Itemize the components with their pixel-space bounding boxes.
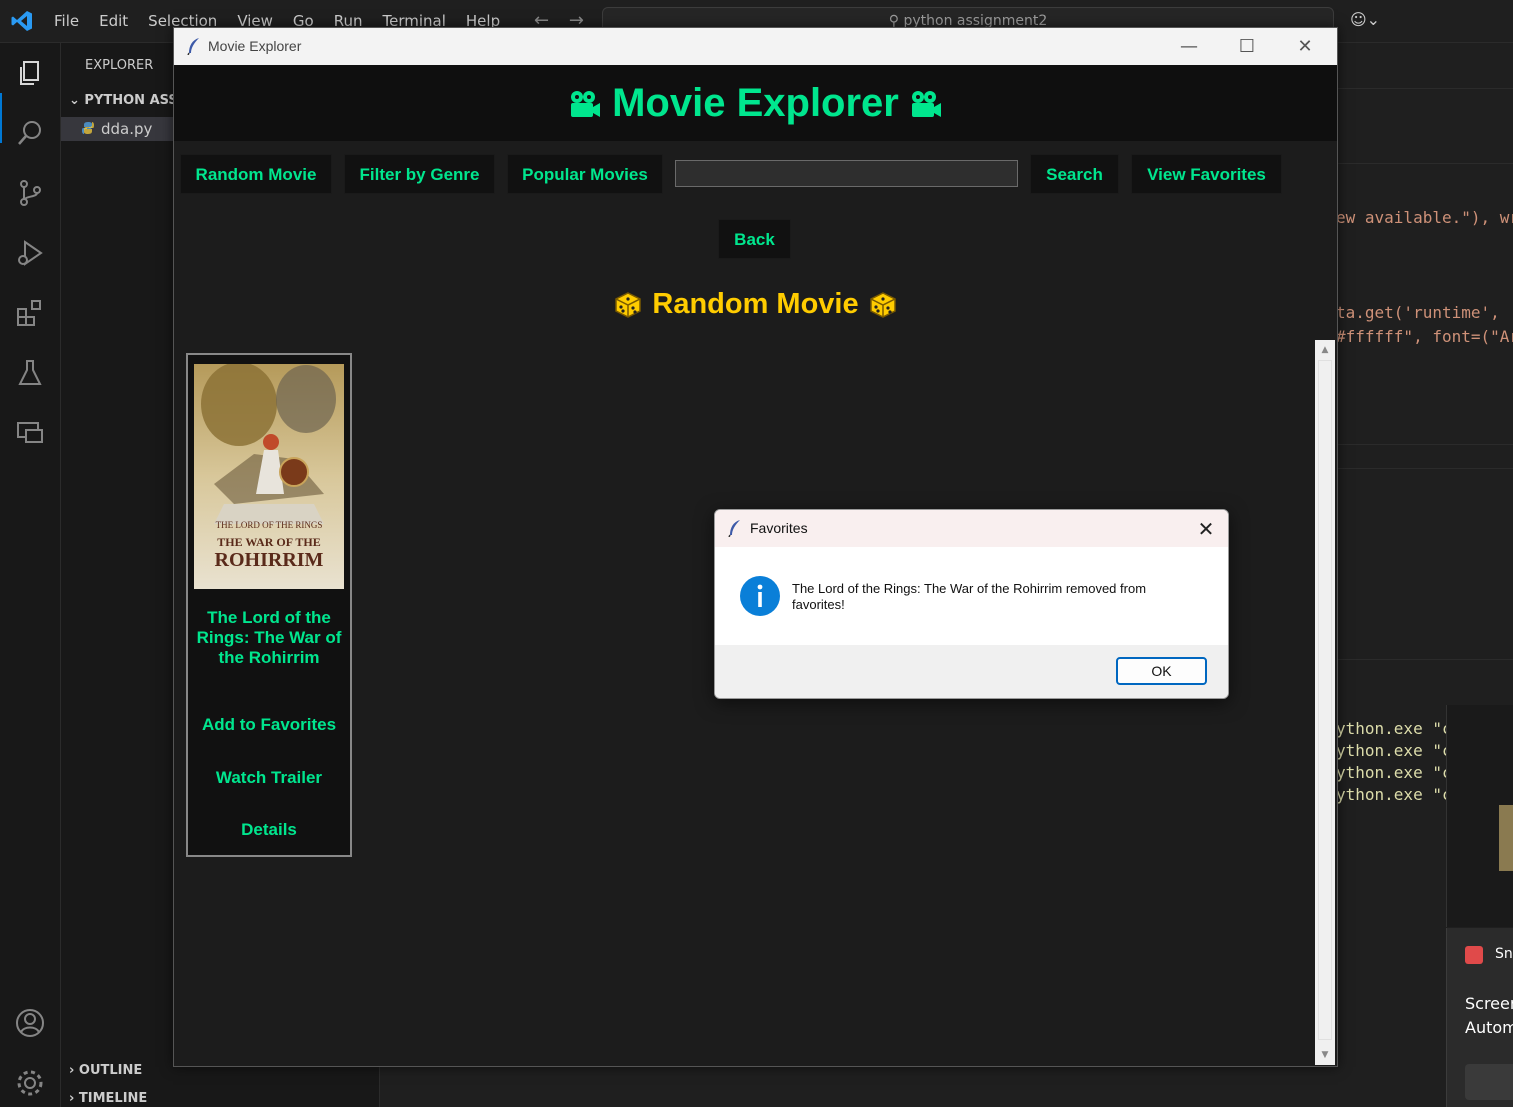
editor-divider xyxy=(1336,88,1513,89)
vscode-logo-icon xyxy=(11,11,32,31)
dice-icon xyxy=(869,292,896,319)
view-favorites-button[interactable]: View Favorites xyxy=(1131,154,1282,194)
chevron-right-icon: › xyxy=(69,1091,79,1106)
movie-camera-icon xyxy=(911,91,941,118)
toast-button[interactable] xyxy=(1465,1064,1513,1100)
watch-trailer-button[interactable]: Watch Trailer xyxy=(188,768,350,788)
section-title: Random Movie xyxy=(652,288,859,320)
menu-edit[interactable]: Edit xyxy=(99,12,128,30)
add-favorites-button[interactable]: Add to Favorites xyxy=(188,715,350,735)
app-header: Movie Explorer xyxy=(174,65,1337,141)
terminal-line: ython.exe "c: xyxy=(1336,741,1462,760)
ok-button[interactable]: OK xyxy=(1116,657,1207,685)
section-title-row: Random Movie xyxy=(174,288,1337,321)
terminal-line: ython.exe "c: xyxy=(1336,785,1462,804)
dialog-message: The Lord of the Rings: The War of the Ro… xyxy=(792,581,1147,612)
toast-text: Autom xyxy=(1465,1018,1513,1037)
python-file-icon xyxy=(82,122,94,134)
editor-divider xyxy=(1336,163,1513,164)
movie-title: The Lord of the Rings: The War of the Ro… xyxy=(196,608,342,667)
workspace-folder[interactable]: ⌄ PYTHON ASSI xyxy=(69,93,183,108)
activity-bar xyxy=(0,43,61,1107)
terminal-line: ython.exe "c: xyxy=(1336,719,1462,738)
poster-text: ROHIRRIM xyxy=(215,549,324,571)
chevron-down-icon: ⌄ xyxy=(69,93,85,108)
copilot-icon[interactable]: ☺⌄ xyxy=(1350,10,1380,29)
source-control-icon[interactable] xyxy=(15,178,45,208)
dialog-footer: OK xyxy=(715,645,1228,698)
window-titlebar: Movie Explorer — ☐ ✕ xyxy=(174,28,1337,65)
chat-icon[interactable] xyxy=(15,418,45,448)
search-activity-icon[interactable] xyxy=(15,118,45,148)
favorites-dialog: Favorites ✕ The Lord of the Rings: The W… xyxy=(714,509,1229,699)
maximize-button[interactable]: ☐ xyxy=(1224,33,1270,61)
movie-card: THE LORD OF THE RINGS THE WAR OF THE ROH… xyxy=(186,353,352,857)
poster-text: THE LORD OF THE RINGS xyxy=(216,520,323,530)
code-line: #ffffff", font=("Ar xyxy=(1336,327,1513,346)
app-title-row: Movie Explorer xyxy=(174,81,1337,126)
scroll-down-arrow-icon[interactable]: ▼ xyxy=(1315,1047,1335,1063)
window-title: Movie Explorer xyxy=(208,38,302,54)
extensions-icon[interactable] xyxy=(15,298,45,328)
thumbnail-poster xyxy=(1499,805,1513,871)
settings-gear-icon[interactable] xyxy=(15,1068,45,1098)
vertical-scrollbar[interactable]: ▲ ▼ xyxy=(1315,340,1335,1065)
run-debug-icon[interactable] xyxy=(15,238,45,268)
explorer-title: EXPLORER xyxy=(85,58,154,73)
code-line: ew available."), wr xyxy=(1336,208,1513,227)
scroll-up-arrow-icon[interactable]: ▲ xyxy=(1315,342,1335,358)
active-indicator xyxy=(0,93,2,143)
timeline-label: TIMELINE xyxy=(78,1091,148,1106)
minimize-button[interactable]: — xyxy=(1166,33,1212,61)
code-line: ta.get('runtime', ' xyxy=(1336,303,1513,322)
screenshot-thumbnail[interactable] xyxy=(1446,705,1513,927)
details-button[interactable]: Details xyxy=(188,820,350,840)
outline-section[interactable]: › OUTLINE xyxy=(69,1063,142,1078)
random-movie-button[interactable]: Random Movie xyxy=(180,154,332,194)
movie-poster-image: THE LORD OF THE RINGS THE WAR OF THE ROH… xyxy=(194,364,344,589)
dialog-title: Favorites xyxy=(750,520,808,536)
tk-feather-icon xyxy=(728,520,740,537)
search-input[interactable] xyxy=(675,160,1018,187)
panel-divider xyxy=(1336,659,1513,660)
timeline-section[interactable]: › TIMELINE xyxy=(69,1091,147,1106)
app-title: Movie Explorer xyxy=(612,81,899,125)
menu-file[interactable]: File xyxy=(54,12,79,30)
close-button[interactable]: ✕ xyxy=(1282,33,1328,61)
tk-feather-icon xyxy=(187,38,199,55)
explorer-icon[interactable] xyxy=(15,58,45,88)
back-button[interactable]: Back xyxy=(718,219,791,259)
snipping-tool-toast[interactable]: Sn Screer Autom xyxy=(1446,928,1513,1107)
toast-title: Sn xyxy=(1495,946,1513,962)
popular-movies-button[interactable]: Popular Movies xyxy=(507,154,663,194)
dice-icon xyxy=(615,292,642,319)
search-button[interactable]: Search xyxy=(1030,154,1119,194)
editor-divider xyxy=(1336,468,1513,469)
info-icon xyxy=(740,576,780,616)
toast-text: Screer xyxy=(1465,994,1513,1013)
snipping-tool-icon xyxy=(1465,946,1483,964)
scroll-thumb[interactable] xyxy=(1318,360,1332,1040)
movie-camera-icon xyxy=(571,91,601,118)
outline-label: OUTLINE xyxy=(78,1063,143,1078)
poster-text: THE WAR OF THE xyxy=(217,535,320,549)
filter-genre-button[interactable]: Filter by Genre xyxy=(344,154,495,194)
account-icon[interactable] xyxy=(15,1008,45,1038)
folder-label: PYTHON ASSI xyxy=(84,93,183,108)
dialog-close-button[interactable]: ✕ xyxy=(1189,514,1223,544)
chevron-right-icon: › xyxy=(69,1063,79,1078)
testing-flask-icon[interactable] xyxy=(15,358,45,388)
dialog-titlebar: Favorites ✕ xyxy=(715,510,1228,547)
file-name: dda.py xyxy=(101,120,153,138)
terminal-line: ython.exe "c: xyxy=(1336,763,1462,782)
editor-divider xyxy=(1336,444,1513,445)
